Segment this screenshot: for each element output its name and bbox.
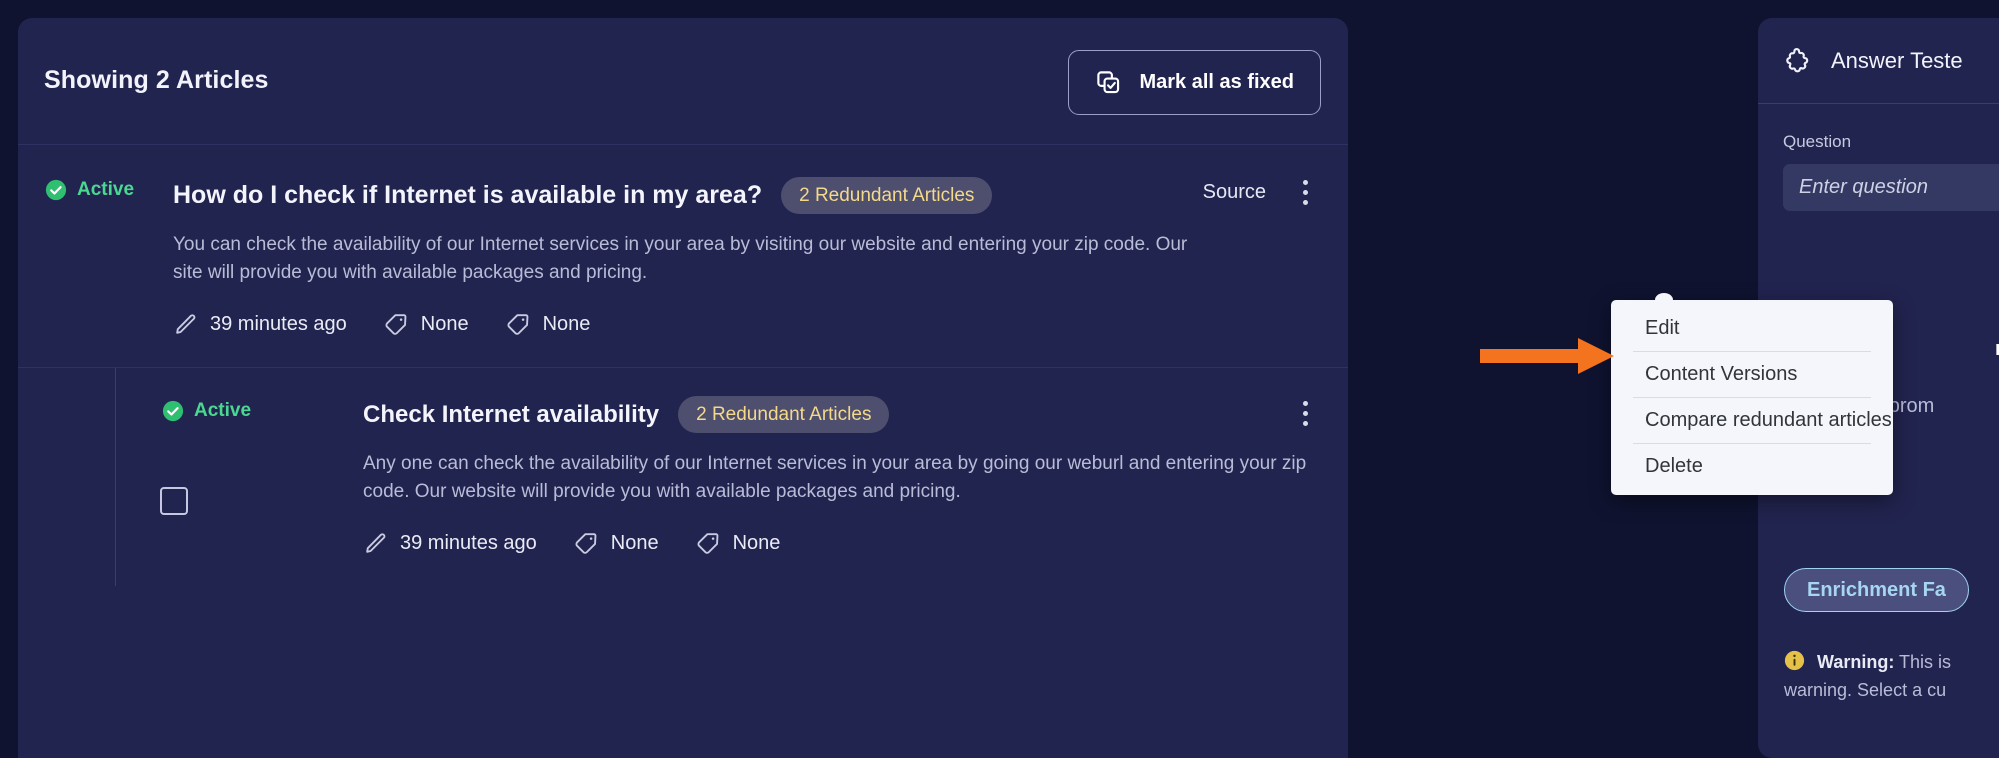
info-circle-icon xyxy=(1784,650,1817,672)
menu-item-content-versions[interactable]: Content Versions xyxy=(1611,352,1893,397)
article-row-actions: Source xyxy=(1203,177,1318,207)
page-title: Showing 2 Articles xyxy=(44,66,269,94)
kebab-dot xyxy=(1302,400,1308,406)
meta-last-updated: 39 minutes ago xyxy=(363,531,537,556)
panel-clipped-heading: rs xyxy=(1995,338,1999,360)
check-circle-icon xyxy=(45,179,67,201)
meta-tag-1-value: None xyxy=(420,313,469,335)
meta-timestamp: 39 minutes ago xyxy=(210,313,347,335)
kebab-dot xyxy=(1302,189,1308,195)
article-content: How do I check if Internet is available … xyxy=(173,177,1318,337)
status-label: Active xyxy=(77,179,135,200)
card-header: Showing 2 Articles Mark all as fixed xyxy=(18,18,1348,145)
context-menu: Edit Content Versions Compare redundant … xyxy=(1611,293,1893,495)
article-title[interactable]: Check Internet availability xyxy=(363,401,659,429)
annotation-arrow-icon xyxy=(1480,334,1615,378)
redundant-article-group: Active Check Internet availability 2 Red… xyxy=(115,368,1348,586)
meta-tag-2: None xyxy=(506,312,591,337)
tag-icon xyxy=(506,312,531,337)
meta-tag-2-value: None xyxy=(542,313,591,335)
mark-all-as-fixed-label: Mark all as fixed xyxy=(1139,71,1294,93)
menu-item-edit[interactable]: Edit xyxy=(1611,306,1893,351)
question-input[interactable] xyxy=(1783,164,1999,211)
article-description: Any one can check the availability of ou… xyxy=(363,453,1307,502)
kebab-dot xyxy=(1302,199,1308,205)
tag-icon xyxy=(696,531,721,556)
tag-icon xyxy=(574,531,599,556)
article-title-line: How do I check if Internet is available … xyxy=(173,177,1318,214)
answer-tester-body: Question xyxy=(1758,104,1999,211)
article-content: Check Internet availability 2 Redundant … xyxy=(363,396,1318,556)
warning-text-2: warning. Select a cu xyxy=(1784,680,1947,700)
kebab-dot xyxy=(1302,420,1308,426)
puzzle-piece-icon xyxy=(1783,46,1813,76)
answer-tester-title: Answer Teste xyxy=(1831,47,1963,73)
meta-last-updated: 39 minutes ago xyxy=(173,312,347,337)
check-circle-icon xyxy=(162,400,184,422)
meta-timestamp: 39 minutes ago xyxy=(400,532,537,554)
article-description: You can check the availability of our In… xyxy=(173,234,1188,283)
menu-item-delete[interactable]: Delete xyxy=(1611,444,1893,489)
meta-tag-1: None xyxy=(384,312,469,337)
kebab-menu-icon[interactable] xyxy=(1292,398,1318,428)
article-title[interactable]: How do I check if Internet is available … xyxy=(173,181,762,210)
article-row: Active How do I check if Internet is ava… xyxy=(18,145,1348,368)
articles-card: Showing 2 Articles Mark all as fixed Act… xyxy=(18,18,1348,758)
status-badge: Active xyxy=(162,400,251,422)
menu-item-compare-redundant-articles[interactable]: Compare redundant articles xyxy=(1611,398,1893,443)
warning-text-1: This is xyxy=(1894,652,1952,672)
warning-strong-label: Warning: xyxy=(1817,652,1895,672)
kebab-dot xyxy=(1302,410,1308,416)
answer-tester-header: Answer Teste xyxy=(1758,18,1999,104)
question-label: Question xyxy=(1783,132,1852,151)
kebab-dot xyxy=(1302,179,1308,185)
status-label: Active xyxy=(194,400,252,421)
meta-tag-1: None xyxy=(574,531,659,556)
article-meta-row: 39 minutes ago None None xyxy=(363,531,1318,556)
kebab-menu-icon[interactable] xyxy=(1292,177,1318,207)
enrichment-fa-button[interactable]: Enrichment Fa xyxy=(1784,568,1969,612)
screen-root: Showing 2 Articles Mark all as fixed Act… xyxy=(0,0,1999,758)
article-select-checkbox[interactable] xyxy=(160,487,188,515)
article-meta-row: 39 minutes ago None None xyxy=(173,312,1318,337)
source-link[interactable]: Source xyxy=(1203,181,1266,204)
pencil-icon xyxy=(363,531,388,556)
meta-tag-2-value: None xyxy=(732,532,781,554)
meta-tag-1-value: None xyxy=(610,532,659,554)
article-title-line: Check Internet availability 2 Redundant … xyxy=(363,396,1318,433)
meta-tag-2: None xyxy=(696,531,781,556)
warning-message: Warning: This is warning. Select a cu xyxy=(1784,648,1999,704)
enrichment-fa-label: Enrichment Fa xyxy=(1807,578,1946,601)
article-row-actions xyxy=(1292,398,1318,428)
redundant-articles-badge[interactable]: 2 Redundant Articles xyxy=(678,396,890,433)
status-badge: Active xyxy=(45,179,134,201)
redundant-articles-badge[interactable]: 2 Redundant Articles xyxy=(781,177,993,214)
article-row: Active Check Internet availability 2 Red… xyxy=(115,368,1348,586)
mark-all-as-fixed-button[interactable]: Mark all as fixed xyxy=(1068,50,1321,115)
pencil-icon xyxy=(173,312,198,337)
tag-icon xyxy=(384,312,409,337)
copy-check-icon xyxy=(1095,69,1122,96)
